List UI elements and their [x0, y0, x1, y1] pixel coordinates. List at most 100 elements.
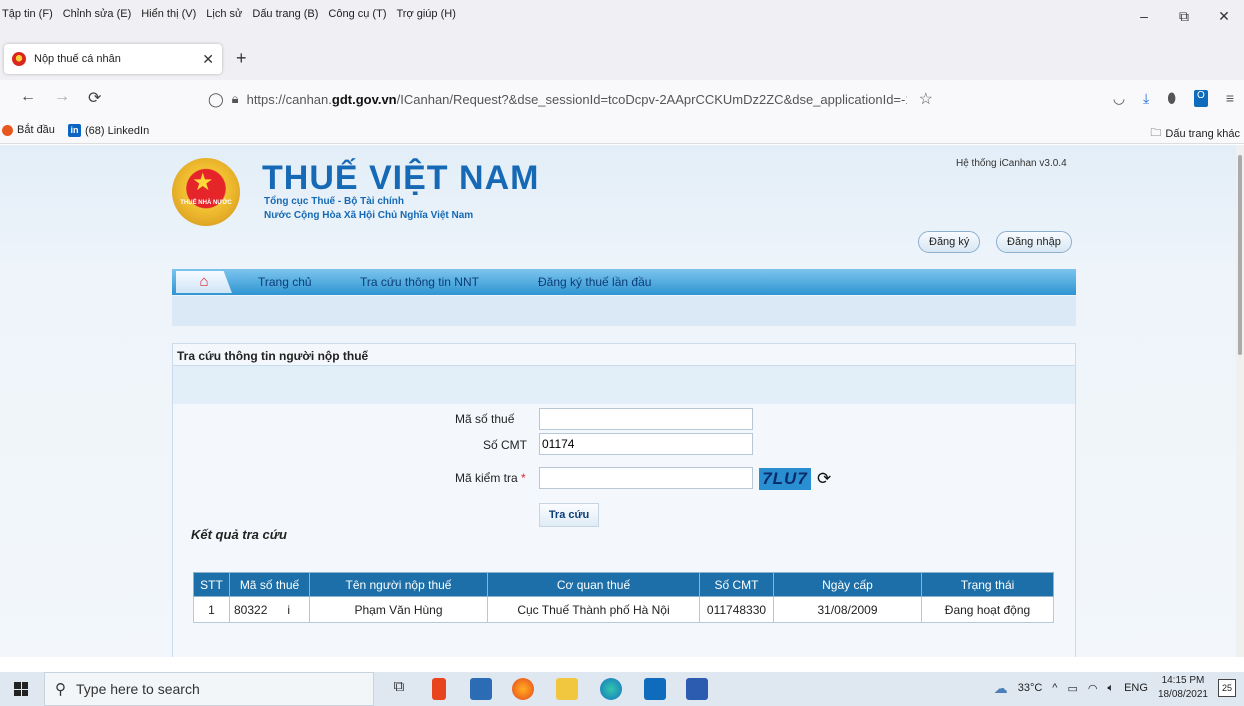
tax-code-label: Mã số thuế	[455, 412, 515, 426]
store-icon[interactable]	[470, 678, 492, 700]
bookmark-others[interactable]: 🗀︎ Dấu trang khác	[1150, 124, 1240, 143]
scroll-thumb[interactable]	[1238, 155, 1242, 355]
system-tray: ☁ 33°C ^ ▭ ◠ 🔈︎ ENG 14:15 PM 18/08/2021 …	[994, 674, 1236, 702]
id-number-input[interactable]	[539, 433, 753, 455]
close-window-button[interactable]: ✕	[1204, 8, 1244, 25]
col-stt: STT	[193, 572, 230, 597]
extension-icon[interactable]: ⬮	[1167, 90, 1176, 107]
tab-title: Nộp thuế cá nhân	[34, 53, 121, 65]
chevron-up-icon[interactable]: ^	[1052, 682, 1057, 694]
task-view-icon[interactable]: ⧉	[388, 678, 410, 700]
search-button[interactable]: Tra cứu	[539, 503, 599, 527]
maximize-button[interactable]: ⧉	[1164, 8, 1204, 25]
windows-icon	[14, 682, 28, 696]
menu-tools[interactable]: Công cụ (T)	[328, 8, 386, 20]
results-table: STT Mã số thuế Tên người nộp thuế Cơ qua…	[193, 572, 1054, 623]
tab-close-icon[interactable]: ✕	[202, 51, 214, 68]
login-button[interactable]: Đăng nhập	[996, 231, 1072, 253]
captcha-label: Mã kiểm tra *	[455, 471, 526, 485]
forward-icon[interactable]: →	[54, 88, 70, 106]
tax-logo: ★ THUẾ NHÀ NƯỚC	[172, 158, 240, 226]
clock[interactable]: 14:15 PM 18/08/2021	[1158, 674, 1208, 702]
nav-lookup[interactable]: Tra cứu thông tin NNT	[360, 275, 479, 289]
cell-tax-code: 80322 i	[229, 596, 310, 623]
cell-status: Đang hoạt động	[921, 596, 1054, 623]
tab-bar: Nộp thuế cá nhân ✕ +	[0, 36, 1244, 80]
site-brand: THUẾ VIỆT NAM	[262, 159, 540, 197]
menu-view[interactable]: Hiển thị (V)	[141, 8, 196, 20]
col-id-number: Số CMT	[699, 572, 774, 597]
col-issue-date: Ngày cấp	[773, 572, 922, 597]
cell-issue-date: 31/08/2009	[773, 596, 922, 623]
col-status: Trạng thái	[921, 572, 1054, 597]
star-icon: ★	[192, 169, 214, 196]
weather-temp[interactable]: 33°C	[1018, 682, 1043, 694]
notifications-badge[interactable]: 25	[1218, 679, 1236, 697]
menu-bar: Tập tin (F) Chỉnh sửa (E) Hiển thị (V) L…	[0, 0, 1244, 36]
menu-help[interactable]: Trợ giúp (H)	[396, 8, 455, 20]
col-tax-code: Mã số thuế	[229, 572, 310, 597]
language[interactable]: ENG	[1124, 682, 1148, 694]
clock-date: 18/08/2021	[1157, 689, 1208, 700]
menu-file[interactable]: Tập tin (F)	[2, 8, 53, 20]
firefox-icon[interactable]	[512, 678, 534, 700]
word-icon[interactable]	[686, 678, 708, 700]
nav-home[interactable]: Trang chủ	[258, 275, 312, 289]
web-page: ★ THUẾ NHÀ NƯỚC THUẾ VIỆT NAM Tổng cục T…	[0, 145, 1236, 657]
cell-id-number: 011748330	[699, 596, 774, 623]
outlook-icon[interactable]: O	[1194, 90, 1208, 107]
battery-icon[interactable]: ▭	[1067, 682, 1077, 695]
bookmark-star-icon[interactable]: ☆	[919, 89, 933, 109]
bookmark-others-label: Dấu trang khác	[1165, 127, 1240, 140]
captcha-image: 7LU7	[759, 468, 811, 490]
bookmark-linkedin[interactable]: in (68) LinkedIn	[68, 124, 149, 137]
file-explorer-icon[interactable]	[556, 678, 578, 700]
office-icon[interactable]	[432, 678, 446, 700]
menu-bookmarks[interactable]: Dấu trang (B)	[252, 8, 318, 20]
menu-edit[interactable]: Chỉnh sửa (E)	[63, 8, 132, 20]
lock-icon[interactable]: 🔒︎	[232, 91, 239, 107]
linkedin-icon: in	[68, 124, 81, 137]
id-number-label: Số CMT	[483, 438, 528, 452]
volume-icon[interactable]: 🔈︎	[1107, 682, 1114, 695]
wifi-icon[interactable]: ◠	[1088, 682, 1098, 695]
tab-favicon-icon	[12, 52, 26, 66]
outlook-taskbar-icon[interactable]	[644, 678, 666, 700]
download-icon[interactable]: ⤓	[1143, 90, 1149, 107]
shield-icon[interactable]: ◯	[208, 91, 224, 108]
captcha-input[interactable]	[539, 467, 753, 489]
back-icon[interactable]: ←	[20, 88, 36, 106]
folder-icon: 🗀︎	[1150, 127, 1162, 139]
minimize-button[interactable]: –	[1124, 8, 1164, 25]
edge-icon[interactable]	[600, 678, 622, 700]
url-rest: /ICanhan/Request?&dse_sessionId=tcoDcpv-…	[396, 91, 907, 107]
page-scrollbar[interactable]	[1236, 145, 1244, 657]
refresh-captcha-icon[interactable]: ⟳	[817, 469, 831, 489]
tab-active[interactable]: Nộp thuế cá nhân ✕	[4, 44, 222, 74]
bookmark-start-label: Bắt đầu	[17, 124, 55, 136]
start-button[interactable]	[0, 672, 42, 706]
panel-title: Tra cứu thông tin người nộp thuế	[173, 344, 1075, 366]
address-bar[interactable]: ◯ 🔒︎ https://canhan. gdt.gov.vn/ICanhan/R…	[208, 86, 1008, 112]
table-row[interactable]: 1 80322 i Phạm Văn Hùng Cục Thuế Thành p…	[193, 596, 1054, 623]
results-heading: Kết quả tra cứu	[191, 527, 287, 542]
bookmarks-bar: Bắt đầu in (68) LinkedIn 🗀︎ Dấu trang kh…	[0, 118, 1244, 144]
col-taxpayer-name: Tên người nộp thuế	[309, 572, 488, 597]
reload-icon[interactable]: ⟳	[88, 88, 101, 108]
tax-code-input[interactable]	[539, 408, 753, 430]
url-domain: gdt.gov.vn	[331, 91, 397, 107]
home-icon[interactable]: ⌂	[176, 271, 232, 293]
taskbar-search-placeholder: Type here to search	[76, 681, 200, 697]
taskbar-search[interactable]: ⚲ Type here to search	[44, 672, 374, 706]
nav-register-tax[interactable]: Đăng ký thuế lần đầu	[538, 275, 651, 289]
captcha-label-text: Mã kiểm tra	[455, 471, 518, 485]
weather-icon[interactable]: ☁	[994, 680, 1008, 697]
register-button[interactable]: Đăng ký	[918, 231, 981, 253]
toolbar-icons: ◡ ⤓ ⬮ O ≡	[1113, 90, 1234, 107]
window-controls: – ⧉ ✕	[1124, 8, 1244, 25]
menu-icon[interactable]: ≡	[1226, 90, 1234, 107]
new-tab-button[interactable]: +	[236, 48, 247, 69]
menu-history[interactable]: Lịch sử	[206, 8, 242, 20]
bookmark-start[interactable]: Bắt đầu	[2, 124, 55, 136]
pocket-icon[interactable]: ◡	[1113, 90, 1125, 107]
